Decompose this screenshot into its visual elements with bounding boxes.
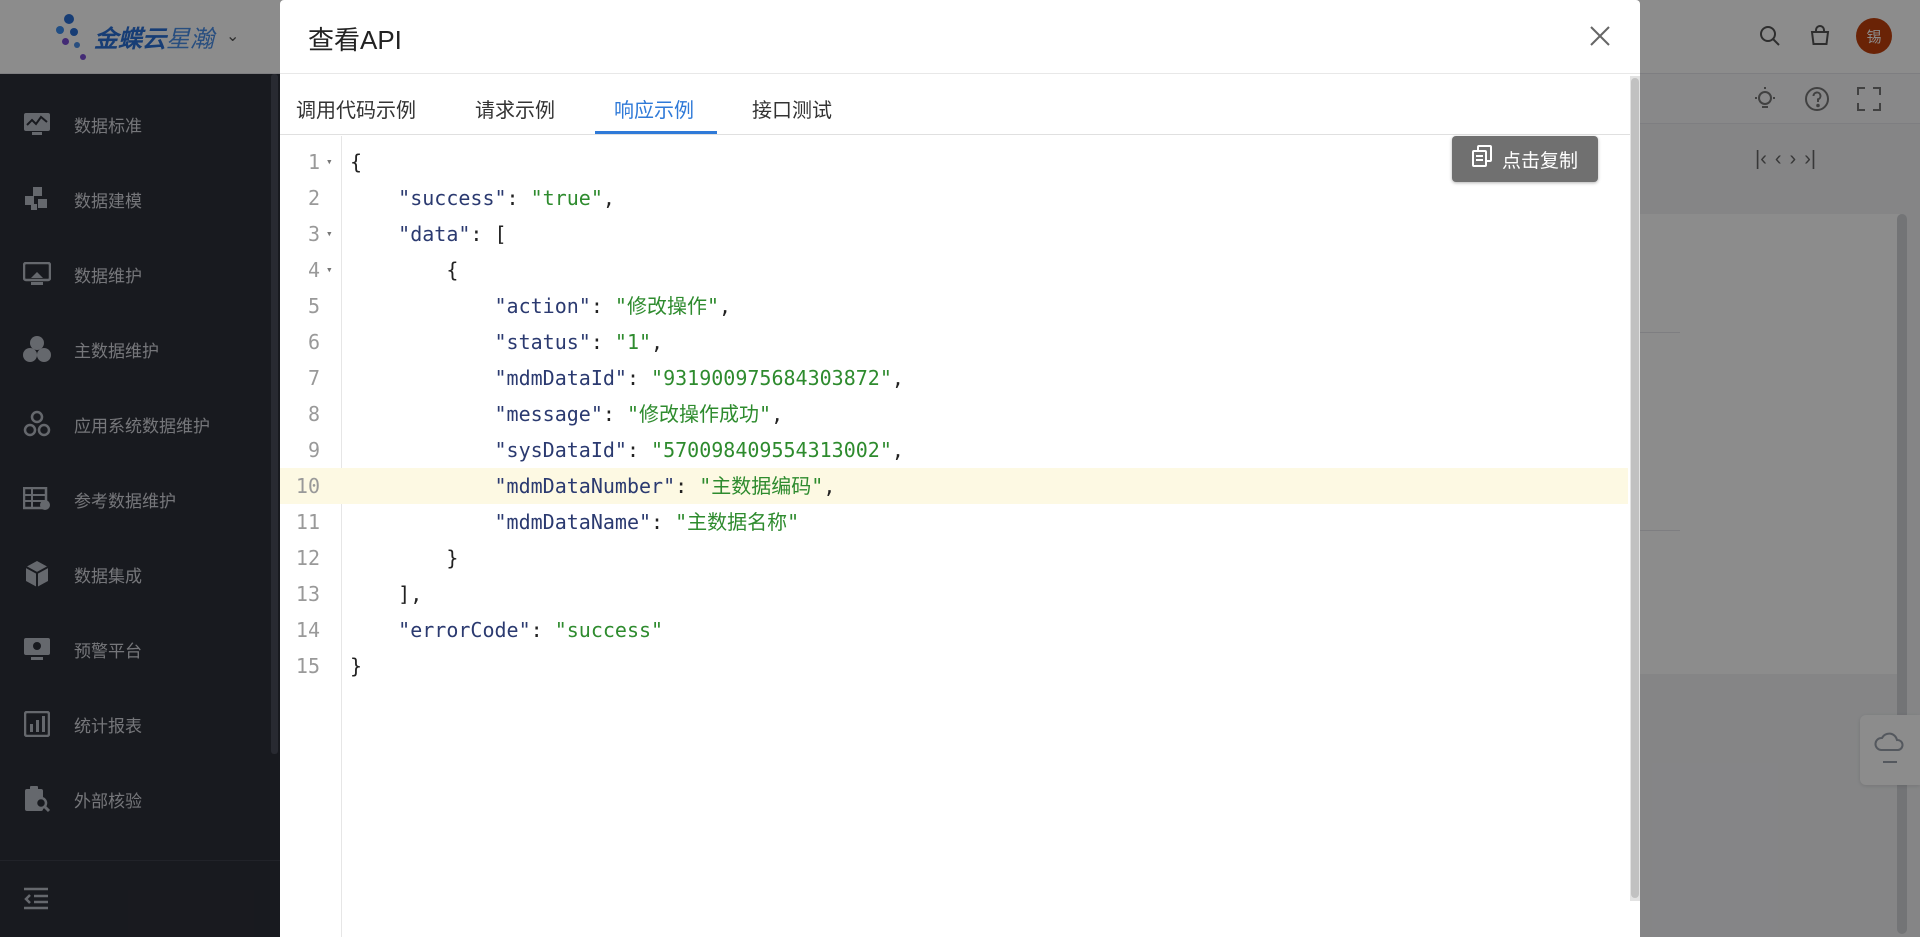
code-line: 5 "action": "修改操作", bbox=[280, 288, 1628, 324]
code-text: "mdmDataNumber": "主数据编码", bbox=[494, 474, 836, 498]
api-modal: 查看API 调用代码示例 请求示例 响应示例 接口测试 1 ▾{2 "succes… bbox=[280, 0, 1640, 937]
line-number: 8 bbox=[307, 402, 320, 426]
code-line: 1 ▾ { bbox=[280, 144, 1628, 180]
code-text: "mdmDataId": "931900975684303872", bbox=[494, 366, 904, 390]
copy-button[interactable]: 点击复制 bbox=[1452, 136, 1598, 182]
modal-tabs: 调用代码示例 请求示例 响应示例 接口测试 bbox=[280, 74, 1630, 135]
close-icon[interactable] bbox=[1588, 24, 1616, 52]
code-line: 14 "errorCode": "success" bbox=[280, 612, 1628, 648]
code-line: 7 "mdmDataId": "931900975684303872", bbox=[280, 360, 1628, 396]
code-line: 11 "mdmDataName": "主数据名称" bbox=[280, 504, 1628, 540]
code-line: 4 ▾ { bbox=[280, 252, 1628, 288]
line-number: 6 bbox=[307, 330, 320, 354]
line-number: 7 bbox=[307, 366, 320, 390]
code-line: 15} bbox=[280, 648, 1628, 684]
line-number: 13 bbox=[295, 582, 320, 606]
code-text: "sysDataId": "570098409554313002", bbox=[494, 438, 904, 462]
line-number: 5 bbox=[307, 294, 320, 318]
fold-toggle-icon[interactable]: ▾ bbox=[326, 216, 333, 252]
code-line: 8 "message": "修改操作成功", bbox=[280, 396, 1628, 432]
code-text: "status": "1", bbox=[494, 330, 664, 354]
code-text: "message": "修改操作成功", bbox=[494, 402, 784, 426]
line-number: 2 bbox=[307, 186, 320, 210]
modal-title: 查看API bbox=[308, 25, 402, 55]
code-line: 9 "sysDataId": "570098409554313002", bbox=[280, 432, 1628, 468]
code-line: 2 "success": "true", bbox=[280, 180, 1628, 216]
tab-request-example[interactable]: 请求示例 bbox=[475, 94, 555, 134]
copy-button-label: 点击复制 bbox=[1501, 150, 1578, 172]
tab-call-code-example[interactable]: 调用代码示例 bbox=[296, 94, 416, 134]
line-number: 15 bbox=[295, 654, 320, 678]
tab-response-example[interactable]: 响应示例 bbox=[614, 94, 694, 134]
line-number: 9 bbox=[307, 438, 320, 462]
code-editor[interactable]: 1 ▾{2 "success": "true", 3 ▾ "data": [4 ▾ {5… bbox=[280, 136, 1630, 937]
code-text: } bbox=[350, 654, 363, 678]
tab-interface-test[interactable]: 接口测试 bbox=[752, 94, 832, 134]
fold-toggle-icon[interactable]: ▾ bbox=[326, 144, 333, 180]
code-text: "data": [ bbox=[398, 222, 507, 246]
code-line: 3 ▾ "data": [ bbox=[280, 216, 1628, 252]
modal-header: 查看API bbox=[280, 0, 1640, 74]
code-text: ], bbox=[350, 582, 423, 606]
code-text: "mdmDataName": "主数据名称" bbox=[494, 510, 800, 534]
code-text: { bbox=[350, 150, 363, 174]
line-number: 10 bbox=[295, 474, 320, 498]
code-text: } bbox=[350, 546, 459, 570]
line-number: 11 bbox=[295, 510, 320, 534]
fold-toggle-icon[interactable]: ▾ bbox=[326, 252, 333, 288]
code-text: "action": "修改操作", bbox=[494, 294, 732, 318]
modal-scrollbar[interactable] bbox=[1631, 78, 1639, 898]
line-number: 4 bbox=[307, 258, 320, 282]
code-text: "success": "true", bbox=[398, 186, 615, 210]
code-text: "errorCode": "success" bbox=[398, 618, 664, 642]
code-text: { bbox=[350, 258, 459, 282]
copy-icon bbox=[1471, 145, 1492, 173]
line-number: 12 bbox=[295, 546, 320, 570]
code-line: 12 } bbox=[280, 540, 1628, 576]
code-line: 10 "mdmDataNumber": "主数据编码", bbox=[280, 468, 1628, 504]
line-number: 14 bbox=[295, 618, 320, 642]
code-line: 6 "status": "1", bbox=[280, 324, 1628, 360]
line-number: 3 bbox=[307, 222, 320, 246]
code-line: 13 ], bbox=[280, 576, 1628, 612]
line-number: 1 bbox=[307, 150, 320, 174]
active-tab-indicator bbox=[595, 131, 717, 134]
